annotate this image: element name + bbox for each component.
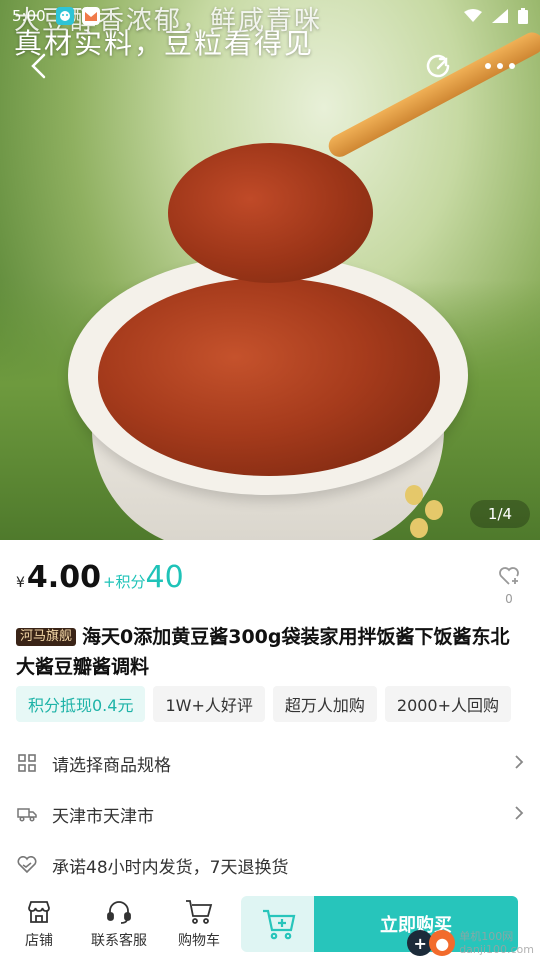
store-label: 店铺 [25,933,53,949]
cart-add-icon [262,909,295,940]
heart-plus-icon [499,567,519,585]
back-icon [31,53,46,79]
soybean [405,485,423,505]
share-icon [426,54,450,78]
watermark-line2: danji100.com [459,943,534,956]
tag-list: 积分抵现0.4元 1W+人好评 超万人加购 2000+人回购 [16,686,512,722]
back-button[interactable] [16,44,60,88]
spec-select-row[interactable]: 请选择商品规格 [16,738,524,788]
notification-mail-icon [81,7,100,25]
spec-select-label: 请选择商品规格 [52,755,171,776]
promise-label: 承诺48小时内发货，7天退换货 [52,857,289,878]
signal-icon [492,9,508,23]
tag-repurchase: 2000+人回购 [384,686,512,722]
bottom-action-bar: 店铺 联系客服 购物车 立即购买 + ● 单机100网 danji100.com [0,890,540,960]
tag-reviews: 1W+人好评 [153,686,265,722]
chevron-right-icon [514,802,524,826]
watermark-text: 单机100网 danji100.com [459,930,534,956]
more-button[interactable] [478,44,522,88]
cart-label: 购物车 [178,933,220,949]
product-title: 河马旗舰 海天0添加黄豆酱300g袋装家用拌饭酱下饭酱东北大酱豆瓣酱调料 [16,622,524,682]
store-badge: 河马旗舰 [16,628,77,646]
points-label: +积分 [102,573,146,591]
spoon-sauce [168,143,373,283]
headset-icon [106,898,132,926]
bowl-sauce [98,278,440,476]
grid-icon [16,752,38,774]
price-row: ¥ 4.00 +积分 40 0 [16,560,524,610]
address-row[interactable]: 天津市天津市 [16,789,524,839]
wifi-icon [464,9,482,22]
store-button[interactable]: 店铺 [4,890,74,950]
customer-service-button[interactable]: 联系客服 [78,890,160,950]
points-value: 40 [145,560,184,595]
currency-symbol: ¥ [16,575,25,591]
heart-check-icon [16,854,38,876]
cart-icon [185,898,213,926]
favorite-button[interactable]: 0 [494,566,524,606]
battery-icon [518,8,528,24]
tag-added-to-cart: 超万人加购 [272,686,377,722]
watermark-line1: 单机100网 [459,930,514,943]
notification-app-icon [55,7,74,25]
customer-service-label: 联系客服 [91,933,147,949]
price-value: 4.00 [26,560,101,595]
favorite-count: 0 [505,592,513,606]
product-detail-page: 大豆醇香浓郁，鲜咸青咪 真材实料，豆粒看得见 1/4 5:00 ¥ 4.00 +… [0,0,540,960]
status-time: 5:00 [12,7,46,25]
status-bar: 5:00 [0,0,540,32]
truck-icon [16,803,38,825]
add-to-cart-button[interactable] [241,896,316,952]
status-right [464,8,528,24]
watermark-dot-icon: ● [429,930,456,956]
soybean [425,500,443,520]
promise-row: 承诺48小时内发货，7天退换货 [16,840,524,890]
cart-button[interactable]: 购物车 [164,890,234,950]
more-icon [485,63,515,69]
store-icon [26,898,52,926]
soybean [410,518,428,538]
image-counter: 1/4 [470,500,530,528]
site-watermark: + ● 单机100网 danji100.com [407,930,534,956]
product-title-text: 海天0添加黄豆酱300g袋装家用拌饭酱下饭酱东北大酱豆瓣酱调料 [16,626,510,678]
share-button[interactable] [416,44,460,88]
address-label: 天津市天津市 [52,806,154,827]
tag-points-cash[interactable]: 积分抵现0.4元 [16,686,146,722]
chevron-right-icon [514,751,524,775]
